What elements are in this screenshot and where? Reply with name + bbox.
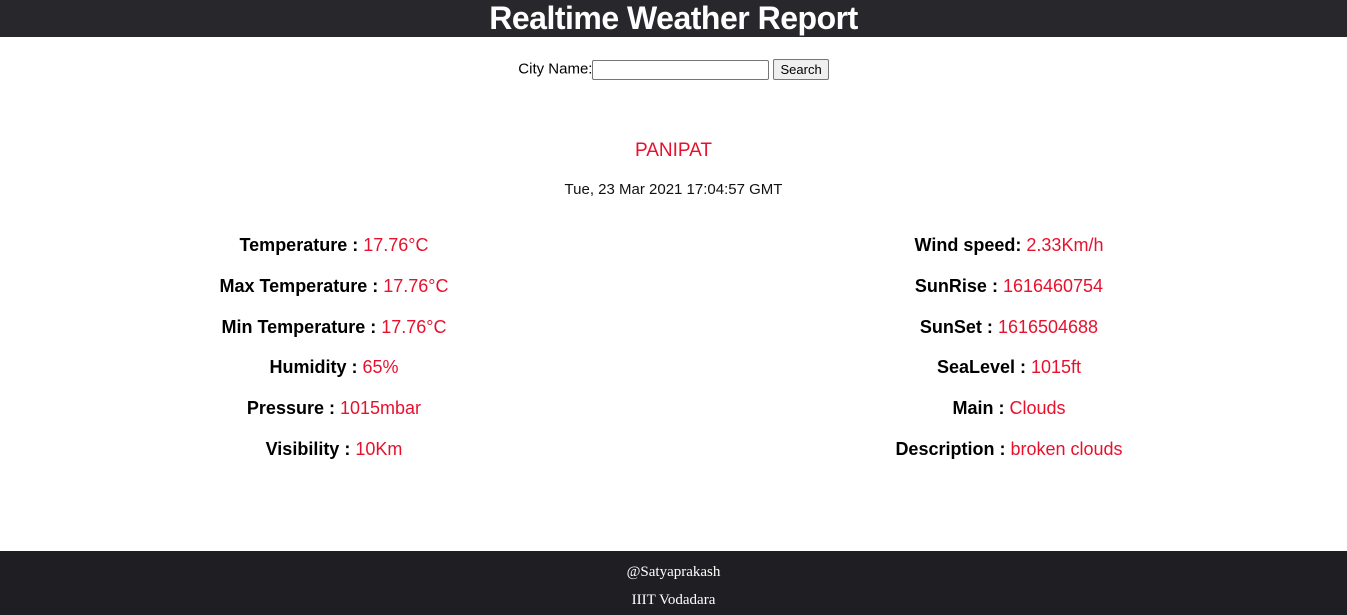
max-temperature-row: Max Temperature : 17.76°C (84, 272, 584, 313)
report-datetime: Tue, 23 Mar 2021 17:04:57 GMT (564, 181, 783, 198)
sunrise-label: SunRise : (914, 275, 998, 296)
pressure-value: 1015mbar (340, 398, 422, 419)
pressure-label: Pressure : (246, 398, 335, 419)
temperature-value: 17.76°C (363, 235, 429, 255)
humidity-value: 65% (362, 357, 399, 378)
min-temperature-value: 17.76°C (381, 316, 447, 337)
sea-level-row: SeaLevel : 1015ft (759, 353, 1259, 394)
visibility-row: Visibility : 10Km (84, 435, 584, 476)
sea-level-label: SeaLevel : (936, 357, 1026, 378)
wind-speed-value: 2.33Km/h (1026, 235, 1104, 255)
min-temperature-label: Min Temperature : (221, 316, 377, 337)
sea-level-value: 1015ft (1031, 357, 1082, 378)
min-temperature-row: Min Temperature : 17.76°C (84, 313, 584, 354)
sunrise-row: SunRise : 1616460754 (759, 272, 1259, 313)
header-bar: Realtime Weather Report (0, 0, 1347, 37)
max-temperature-label: Max Temperature : (219, 275, 379, 296)
weather-details-left: Temperature : 17.76°C Max Temperature : … (84, 231, 584, 476)
search-button[interactable]: Search (773, 59, 829, 80)
city-name: PANIPAT (634, 140, 713, 161)
pressure-row: Pressure : 1015mbar (84, 394, 584, 435)
humidity-label: Humidity : (269, 357, 358, 378)
sunset-label: SunSet : (919, 316, 993, 337)
temperature-label: Temperature : (239, 235, 359, 255)
sunset-row: SunSet : 1616504688 (759, 313, 1259, 354)
footer-organization: IIIT Vodadara (631, 592, 716, 608)
humidity-row: Humidity : 65% (84, 353, 584, 394)
visibility-value: 10Km (355, 438, 403, 459)
wind-speed-row: Wind speed: 2.33Km/h (759, 231, 1259, 272)
sunrise-value: 1616460754 (1002, 275, 1104, 296)
weather-details-right: Wind speed: 2.33Km/h SunRise : 161646075… (759, 231, 1259, 476)
main-row: Main : Clouds (759, 394, 1259, 435)
description-label: Description : (895, 438, 1006, 459)
search-form: City Name: Search (0, 59, 1347, 80)
max-temperature-value: 17.76°C (383, 275, 449, 296)
description-value: broken clouds (1010, 438, 1123, 459)
wind-speed-label: Wind speed: (914, 235, 1022, 255)
page-title: Realtime Weather Report (489, 0, 858, 36)
city-name-input[interactable] (592, 59, 770, 80)
visibility-label: Visibility : (265, 438, 351, 459)
temperature-row: Temperature : 17.76°C (84, 231, 584, 272)
main-value: Clouds (1009, 398, 1066, 419)
sunset-value: 1616504688 (997, 316, 1099, 337)
description-row: Description : broken clouds (759, 435, 1259, 476)
main-label: Main : (952, 398, 1005, 419)
footer: @Satyaprakash IIIT Vodadara (0, 551, 1347, 615)
footer-author: @Satyaprakash (626, 564, 721, 580)
city-name-label: City Name: (518, 60, 593, 78)
